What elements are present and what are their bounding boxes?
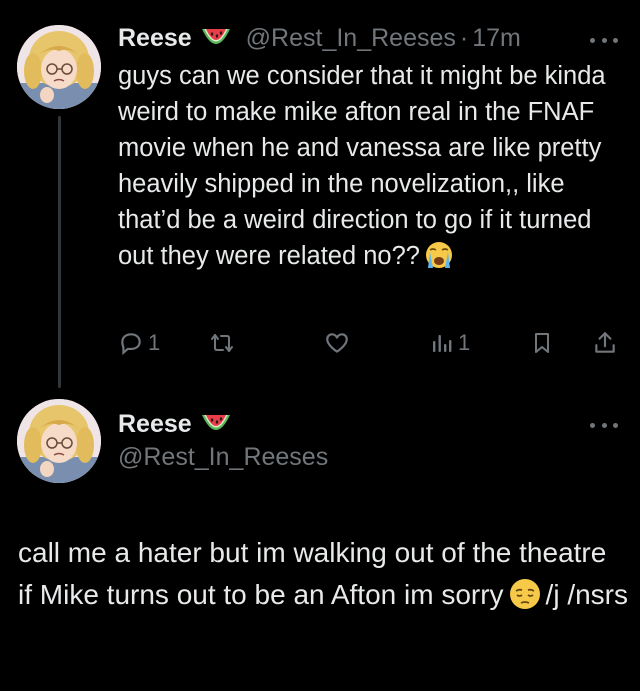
more-options-icon[interactable] (590, 420, 618, 430)
reply-icon (118, 330, 144, 356)
share-button[interactable] (592, 326, 618, 360)
tweet-header: Reese @Rest_In_Reeses · 17m (118, 22, 521, 54)
reply-count: 1 (148, 330, 161, 355)
reply-button[interactable]: 1 (118, 326, 160, 360)
views-count: 1 (458, 330, 471, 355)
author-handle[interactable]: @Rest_In_Reeses (246, 24, 456, 53)
tweet-action-bar: 1 1 (118, 326, 623, 360)
tweet-text: call me a hater but im walking out of th… (18, 532, 628, 616)
thread-connector-line (58, 116, 61, 388)
author-handle[interactable]: @Rest_In_Reeses (118, 443, 328, 472)
bookmark-button[interactable] (530, 326, 554, 360)
like-button[interactable] (324, 326, 350, 360)
tweet-body-suffix: /j /nsrs (545, 579, 629, 610)
retweet-button[interactable] (208, 326, 236, 360)
retweet-icon (208, 330, 236, 356)
heart-icon (324, 330, 350, 356)
more-options-icon[interactable] (590, 35, 618, 45)
tweet-body: guys can we consider that it might be ki… (118, 62, 606, 270)
timestamp-separator: · (459, 23, 469, 52)
share-icon (592, 330, 618, 356)
author-display-name[interactable]: Reese (118, 24, 192, 53)
tweet-text: guys can we consider that it might be ki… (118, 58, 618, 274)
avatar[interactable] (17, 399, 101, 483)
views-button[interactable]: 1 (430, 326, 470, 360)
watermelon-icon (200, 410, 234, 438)
views-bar-chart-icon (430, 330, 454, 356)
tweet-header: Reese (118, 406, 234, 442)
pensive-face-icon (508, 577, 542, 611)
bookmark-icon (530, 330, 554, 356)
author-display-name[interactable]: Reese (118, 410, 192, 439)
timestamp[interactable]: 17m (472, 24, 521, 53)
watermelon-icon (200, 24, 234, 52)
loudly-crying-face-icon (424, 240, 454, 270)
avatar[interactable] (17, 25, 101, 109)
